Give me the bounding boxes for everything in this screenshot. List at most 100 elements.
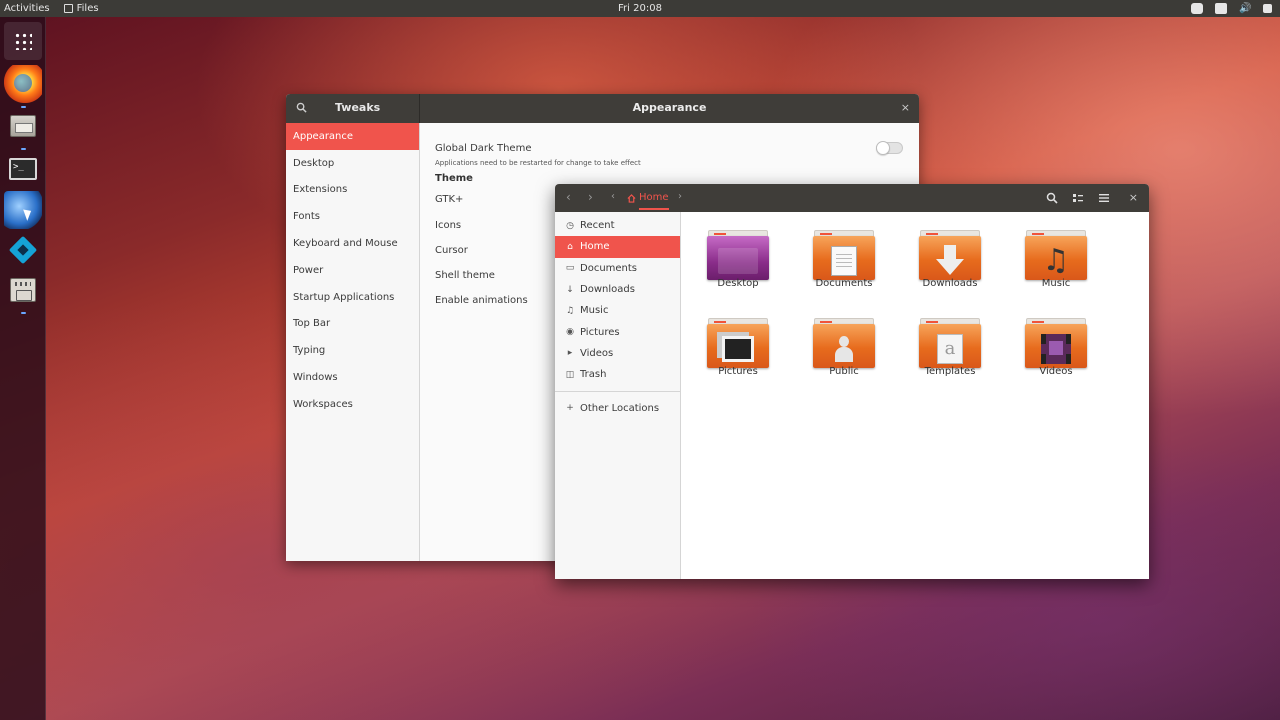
folder-icon — [707, 230, 769, 282]
shell-theme-row[interactable]: Shell theme — [435, 270, 495, 281]
folder-label: Videos — [1039, 366, 1073, 377]
theme-heading: Theme — [435, 173, 473, 184]
sidebar-item-keyboard-and-mouse[interactable]: Keyboard and Mouse — [286, 230, 419, 257]
clock[interactable]: Fri 20:08 — [0, 3, 1280, 14]
sidebar-item-power[interactable]: Power — [286, 257, 419, 284]
icons-theme-row[interactable]: Icons — [435, 220, 461, 231]
sidebar-item-appearance[interactable]: Appearance — [286, 123, 419, 150]
path-home[interactable]: Home — [639, 186, 669, 210]
sidebar-item-trash[interactable]: ◫ Trash — [555, 364, 680, 385]
folder-label: Public — [829, 366, 859, 377]
files-icon-view: Desktop Documents Downloads ♫ Music Pict… — [681, 212, 1149, 579]
tweaks-title: Tweaks — [335, 101, 381, 114]
sidebar-item-typing[interactable]: Typing — [286, 337, 419, 364]
close-icon[interactable]: × — [1129, 191, 1138, 204]
back-button[interactable]: ‹ — [566, 190, 571, 204]
dock: >_ — [0, 17, 46, 720]
view-list-icon[interactable] — [1072, 192, 1084, 204]
folder-label: Music — [1041, 278, 1071, 289]
sidebar-item-documents[interactable]: ▭ Documents — [555, 258, 680, 279]
global-dark-theme-toggle[interactable] — [876, 141, 903, 155]
menu-icon[interactable] — [1098, 192, 1110, 204]
battery-icon[interactable] — [1191, 3, 1203, 14]
document-icon: ▭ — [565, 263, 575, 274]
trash-icon: ◫ — [565, 369, 575, 380]
record-icon[interactable] — [1215, 3, 1227, 14]
sidebar-item-label: Videos — [580, 347, 614, 359]
gtk-theme-row[interactable]: GTK+ — [435, 194, 463, 205]
web-browser-launcher[interactable] — [4, 191, 42, 229]
enable-animations-row[interactable]: Enable animations — [435, 295, 528, 306]
kodi-launcher[interactable] — [4, 231, 42, 269]
sidebar-item-home[interactable]: ⌂ Home — [555, 236, 680, 258]
global-dark-theme-label: Global Dark Theme — [435, 143, 532, 154]
path-scroll-left[interactable]: ‹ — [611, 191, 615, 202]
sidebar-item-label: Home — [580, 241, 610, 253]
camera-icon: ◉ — [566, 327, 574, 338]
folder-icon: ♫ — [1025, 230, 1087, 282]
power-icon[interactable] — [1263, 4, 1272, 13]
sidebar-item-fonts[interactable]: Fonts — [286, 203, 419, 230]
forward-button[interactable]: › — [588, 190, 593, 204]
activities-button[interactable]: Activities — [0, 3, 50, 14]
folder-label: Downloads — [922, 278, 978, 289]
music-icon: ♫ — [565, 305, 575, 316]
firefox-launcher[interactable] — [4, 65, 42, 108]
kodi-icon — [8, 235, 38, 265]
show-applications-button[interactable] — [4, 22, 42, 60]
terminal-launcher[interactable]: >_ — [4, 150, 42, 193]
sidebar-item-label: Pictures — [580, 326, 620, 338]
sidebar-item-label: Trash — [580, 369, 607, 381]
global-dark-theme-note: Applications need to be restarted for ch… — [435, 159, 641, 167]
video-icon: ▸ — [567, 348, 573, 359]
files-app-icon — [63, 4, 73, 13]
sidebar-divider — [555, 391, 680, 393]
folder-icon: a — [919, 318, 981, 370]
path-scroll-right[interactable]: › — [678, 191, 682, 202]
running-indicator — [21, 312, 26, 314]
tweaks-header-bar: Tweaks Appearance × — [286, 94, 919, 123]
folder-label: Pictures — [718, 366, 758, 377]
app-menu-label: Files — [76, 3, 99, 14]
sidebar-item-workspaces[interactable]: Workspaces — [286, 391, 419, 418]
sidebar-item-top-bar[interactable]: Top Bar — [286, 311, 419, 338]
home-icon — [627, 193, 636, 203]
apps-grid-icon — [14, 32, 32, 50]
sidebar-item-pictures[interactable]: ◉ Pictures — [555, 321, 680, 342]
files-launcher[interactable] — [4, 107, 42, 150]
sidebar-item-other-locations[interactable]: + Other Locations — [555, 397, 680, 418]
sidebar-item-startup-applications[interactable]: Startup Applications — [286, 284, 419, 311]
plus-icon: + — [566, 403, 574, 414]
folder-label: Desktop — [717, 278, 759, 289]
sidebar-item-recent[interactable]: ◷ Recent — [555, 215, 680, 236]
search-icon[interactable] — [1046, 192, 1058, 204]
cursor-theme-row[interactable]: Cursor — [435, 245, 468, 256]
search-icon[interactable] — [296, 102, 307, 113]
path-bar[interactable]: Home — [627, 184, 669, 212]
sidebar-item-music[interactable]: ♫ Music — [555, 300, 680, 321]
tweaks-launcher[interactable] — [4, 271, 42, 314]
terminal-icon: >_ — [9, 158, 37, 180]
page-title: Appearance — [632, 101, 707, 114]
toggle-knob — [876, 141, 890, 155]
volume-icon[interactable]: 🔊 — [1239, 3, 1251, 14]
folder-icon — [813, 318, 875, 370]
tweaks-sidebar: Appearance Desktop Extensions Fonts Keyb… — [286, 123, 420, 561]
app-menu[interactable]: Files — [63, 3, 99, 14]
files-window: ‹ › ‹ Home › × ◷ Recent ⌂ Home ▭ Documen… — [555, 184, 1149, 579]
clock-icon: ◷ — [566, 220, 574, 231]
files-sidebar: ◷ Recent ⌂ Home ▭ Documents ↓ Downloads … — [555, 212, 681, 579]
home-icon: ⌂ — [567, 241, 573, 252]
mouse-cursor-icon — [23, 207, 34, 221]
folder-icon — [919, 230, 981, 282]
folder-label: Documents — [815, 278, 873, 289]
sidebar-item-downloads[interactable]: ↓ Downloads — [555, 279, 680, 300]
files-header-bar: ‹ › ‹ Home › × — [555, 184, 1149, 212]
tweaks-icon — [10, 278, 36, 302]
sidebar-item-extensions[interactable]: Extensions — [286, 177, 419, 204]
download-icon: ↓ — [566, 284, 574, 295]
sidebar-item-desktop[interactable]: Desktop — [286, 150, 419, 177]
sidebar-item-videos[interactable]: ▸ Videos — [555, 343, 680, 364]
close-icon[interactable]: × — [901, 101, 910, 114]
sidebar-item-windows[interactable]: Windows — [286, 364, 419, 391]
